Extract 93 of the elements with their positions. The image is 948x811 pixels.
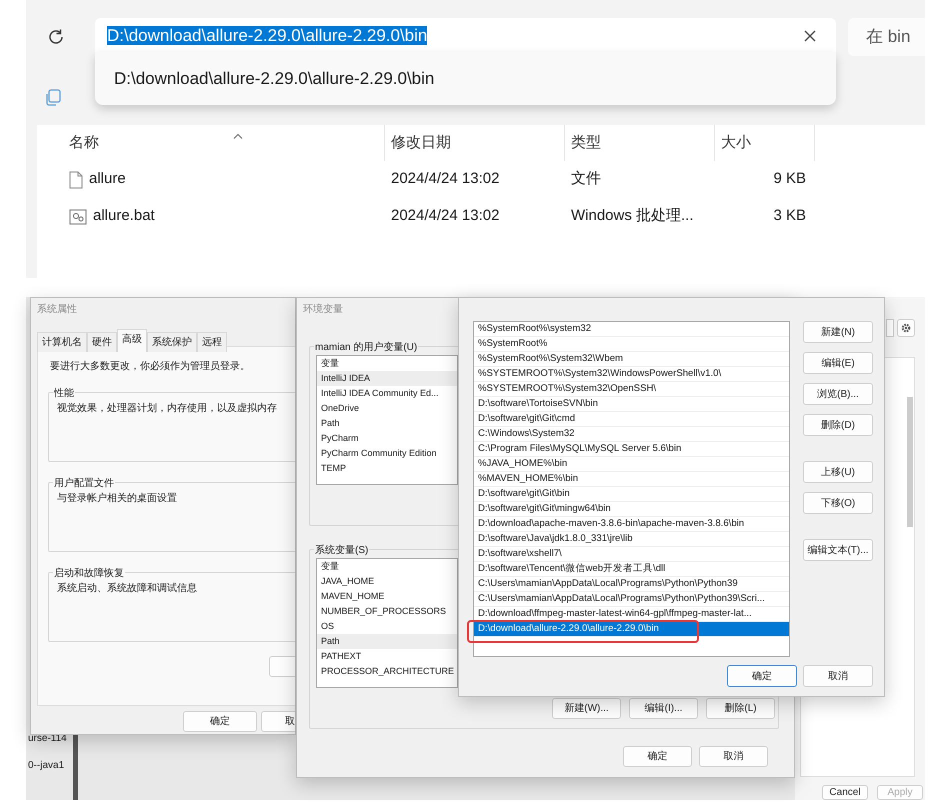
- list-item[interactable]: MAVEN_HOME: [317, 589, 457, 604]
- file-size: 9 KB: [772, 169, 807, 190]
- dialog-button[interactable]: Cancel: [822, 785, 868, 800]
- list-item[interactable]: C:\Users\mamian\AppData\Local\Programs\Python\Python39: [474, 577, 789, 592]
- list-item[interactable]: PROCESSOR_ARCHITECTURE: [317, 664, 457, 679]
- column-header[interactable]: 类型: [565, 125, 715, 161]
- column-header[interactable]: 修改日期: [385, 125, 565, 161]
- refresh-icon: [47, 28, 65, 46]
- list-item[interactable]: D:\download\allure-2.29.0\allure-2.29.0\bin: [474, 622, 789, 637]
- copy-icon: [44, 88, 62, 107]
- list-button[interactable]: 编辑(I)...: [629, 698, 698, 719]
- list-item[interactable]: C:\Program Files\MySQL\MySQL Server 5.6\bin: [474, 442, 789, 457]
- gear-icon: [900, 322, 912, 334]
- tab[interactable]: 系统保护: [147, 332, 197, 352]
- side-button[interactable]: 新建(N): [803, 321, 873, 343]
- list-item[interactable]: PyCharm Community Edition: [317, 446, 457, 461]
- list-item[interactable]: D:\software\TortoiseSVN\bin: [474, 397, 789, 412]
- sidebar-item[interactable]: 0--java1: [28, 758, 64, 773]
- tab[interactable]: 硬件: [87, 332, 117, 352]
- list-item[interactable]: %SystemRoot%: [474, 337, 789, 352]
- address-text: D:\download\allure-2.29.0\allure-2.29.0\bin: [107, 26, 428, 46]
- list-item[interactable]: OS: [317, 619, 457, 634]
- search-field[interactable]: 在 bin: [848, 18, 925, 56]
- side-button[interactable]: 编辑(E): [803, 352, 873, 374]
- list-item[interactable]: D:\download\apache-maven-3.8.6-bin\apache-maven-3.8.6\bin: [474, 517, 789, 532]
- notice-text: 要进行大多数更改，你必须作为管理员登录。: [50, 360, 250, 374]
- column-header[interactable]: 变量: [317, 559, 457, 574]
- file-name[interactable]: allure.bat: [93, 205, 155, 228]
- list-item[interactable]: D:\software\git\Git\cmd: [474, 412, 789, 427]
- side-button[interactable]: 编辑文本(T)...: [803, 539, 873, 561]
- list-item[interactable]: %SYSTEMROOT%\System32\OpenSSH\: [474, 382, 789, 397]
- file-date: 2024/4/24 13:02: [390, 206, 500, 226]
- group-title: 系统变量(S): [314, 543, 370, 558]
- list-item[interactable]: D:\software\Tencent\微信web开发者工具\dll: [474, 562, 789, 577]
- file-date: 2024/4/24 13:02: [390, 169, 500, 190]
- address-suggestion[interactable]: D:\download\allure-2.29.0\allure-2.29.0\bin: [95, 52, 836, 105]
- scrollbar[interactable]: [73, 735, 78, 800]
- column-header[interactable]: 变量: [317, 356, 457, 371]
- dialog-button[interactable]: 取: [261, 711, 295, 732]
- file-icon: [69, 170, 83, 188]
- file-name[interactable]: allure: [89, 168, 126, 191]
- window-title: 系统属性: [37, 302, 77, 317]
- list-item[interactable]: TEMP: [317, 461, 457, 476]
- dialog-button[interactable]: 确定: [727, 665, 797, 687]
- list-item[interactable]: C:\Windows\System32: [474, 427, 789, 442]
- list-item[interactable]: %SystemRoot%\System32\Wbem: [474, 352, 789, 367]
- close-icon: [803, 29, 817, 43]
- file-type: 文件: [570, 169, 602, 190]
- side-button[interactable]: 浏览(B)...: [803, 383, 873, 405]
- list-item[interactable]: %MAVEN_HOME%\bin: [474, 472, 789, 487]
- list-item[interactable]: D:\software\Java\jdk1.8.0_331\jre\lib: [474, 532, 789, 547]
- list-item[interactable]: D:\software\git\Git\mingw64\bin: [474, 502, 789, 517]
- list-item[interactable]: OneDrive: [317, 401, 457, 416]
- list-item[interactable]: IntelliJ IDEA: [317, 371, 457, 386]
- group-description: 视觉效果，处理器计划，内存使用，以及虚拟内存: [57, 402, 277, 416]
- file-size: 3 KB: [772, 206, 807, 226]
- group-title: mamian 的用户变量(U): [314, 340, 418, 355]
- list-item[interactable]: PATHEXT: [317, 649, 457, 664]
- file-type: Windows 批处理...: [570, 206, 695, 226]
- list-item[interactable]: Path: [317, 634, 457, 649]
- dialog-button[interactable]: 取消: [699, 746, 768, 767]
- list-item[interactable]: D:\software\git\Git\bin: [474, 487, 789, 502]
- tab[interactable]: 高级: [117, 329, 147, 352]
- list-item[interactable]: %SYSTEMROOT%\System32\WindowsPowerShell\v1.0\: [474, 367, 789, 382]
- list-item[interactable]: C:\Users\mamian\AppData\Local\Programs\Python\Python39\Scri...: [474, 592, 789, 607]
- list-button[interactable]: 新建(W)...: [552, 698, 621, 719]
- list-item[interactable]: IntelliJ IDEA Community Ed...: [317, 386, 457, 401]
- list-item[interactable]: %JAVA_HOME%\bin: [474, 457, 789, 472]
- side-button[interactable]: 删除(D): [803, 414, 873, 436]
- tab[interactable]: 远程: [197, 332, 227, 352]
- list-item[interactable]: Path: [317, 416, 457, 431]
- scrollbar[interactable]: [907, 397, 913, 527]
- list-button[interactable]: 删除(L): [706, 698, 775, 719]
- list-item[interactable]: D:\software\xshell7\: [474, 547, 789, 562]
- list-item[interactable]: %SystemRoot%\system32: [474, 322, 789, 337]
- dialog-button[interactable]: 确定: [623, 746, 692, 767]
- column-header[interactable]: 名称: [37, 125, 385, 161]
- list-item[interactable]: PyCharm: [317, 431, 457, 446]
- tab[interactable]: 计算机名: [37, 332, 87, 352]
- input-field[interactable]: [886, 319, 894, 337]
- group-description: 与登录帐户相关的桌面设置: [57, 492, 177, 506]
- group-description: 系统启动、系统故障和调试信息: [57, 582, 197, 596]
- sort-caret-icon: [233, 133, 243, 140]
- dialog-button[interactable]: 确定: [183, 711, 257, 732]
- column-header[interactable]: 大小: [715, 125, 815, 161]
- batch-file-icon: [69, 208, 87, 224]
- dialog-button[interactable]: 取消: [803, 665, 873, 687]
- list-item[interactable]: JAVA_HOME: [317, 574, 457, 589]
- window-title: 环境变量: [303, 302, 343, 317]
- settings-button[interactable]: [897, 319, 915, 337]
- list-item[interactable]: NUMBER_OF_PROCESSORS: [317, 604, 457, 619]
- side-button[interactable]: 下移(O): [803, 492, 873, 514]
- side-button[interactable]: 上移(U): [803, 461, 873, 483]
